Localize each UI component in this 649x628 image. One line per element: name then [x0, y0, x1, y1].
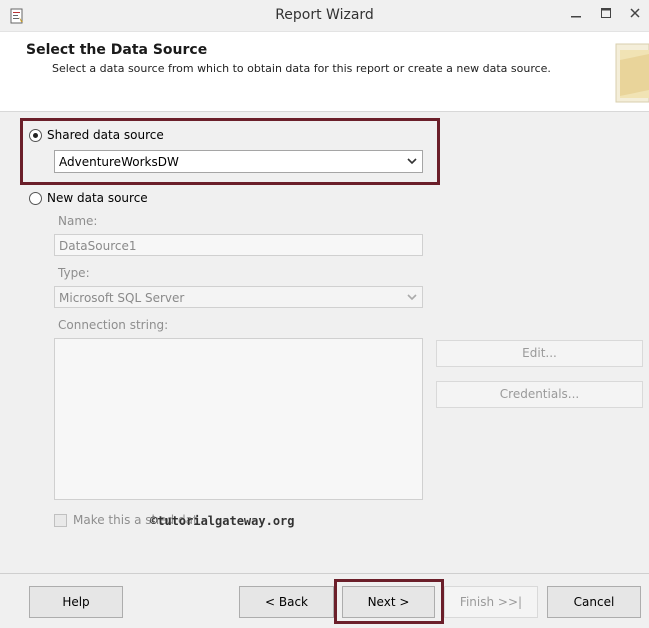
window-title: Report Wizard: [275, 7, 374, 23]
make-shared-checkbox[interactable]: [54, 514, 67, 527]
edit-button[interactable]: Edit...: [436, 340, 643, 367]
name-field[interactable]: DataSource1: [54, 234, 423, 256]
type-label: Type:: [58, 266, 90, 280]
type-select[interactable]: Microsoft SQL Server: [54, 286, 423, 308]
cancel-button[interactable]: Cancel: [547, 586, 641, 618]
title-bar: Report Wizard: [0, 0, 649, 32]
page-title: Select the Data Source: [26, 42, 208, 58]
connection-string-field[interactable]: [54, 338, 423, 500]
wizard-banner-icon: [612, 40, 649, 106]
watermark: ©tutorialgateway.org: [150, 514, 295, 528]
name-label: Name:: [58, 214, 98, 228]
page-description: Select a data source from which to obtai…: [52, 62, 551, 75]
shared-source-highlight: [20, 118, 440, 185]
type-select-value: Microsoft SQL Server: [59, 291, 185, 305]
maximize-icon[interactable]: [595, 4, 617, 26]
make-shared-label-text: Make this a sh: [73, 513, 160, 527]
minimize-icon[interactable]: [565, 4, 587, 26]
wizard-header: Select the Data Source Select a data sou…: [0, 32, 649, 112]
back-button[interactable]: < Back: [239, 586, 334, 618]
name-field-value: DataSource1: [59, 239, 137, 253]
next-button-highlight: [334, 579, 444, 624]
credentials-button[interactable]: Credentials...: [436, 381, 643, 408]
finish-button[interactable]: Finish >>|: [444, 586, 538, 618]
chevron-down-icon: [406, 291, 418, 303]
close-icon[interactable]: [624, 4, 646, 26]
new-data-source-radio[interactable]: [29, 192, 42, 205]
new-data-source-label[interactable]: New data source: [47, 191, 148, 205]
wizard-footer: Help < Back Next > Finish >>| Cancel: [0, 573, 649, 628]
help-button[interactable]: Help: [29, 586, 123, 618]
connection-string-label: Connection string:: [58, 318, 169, 332]
